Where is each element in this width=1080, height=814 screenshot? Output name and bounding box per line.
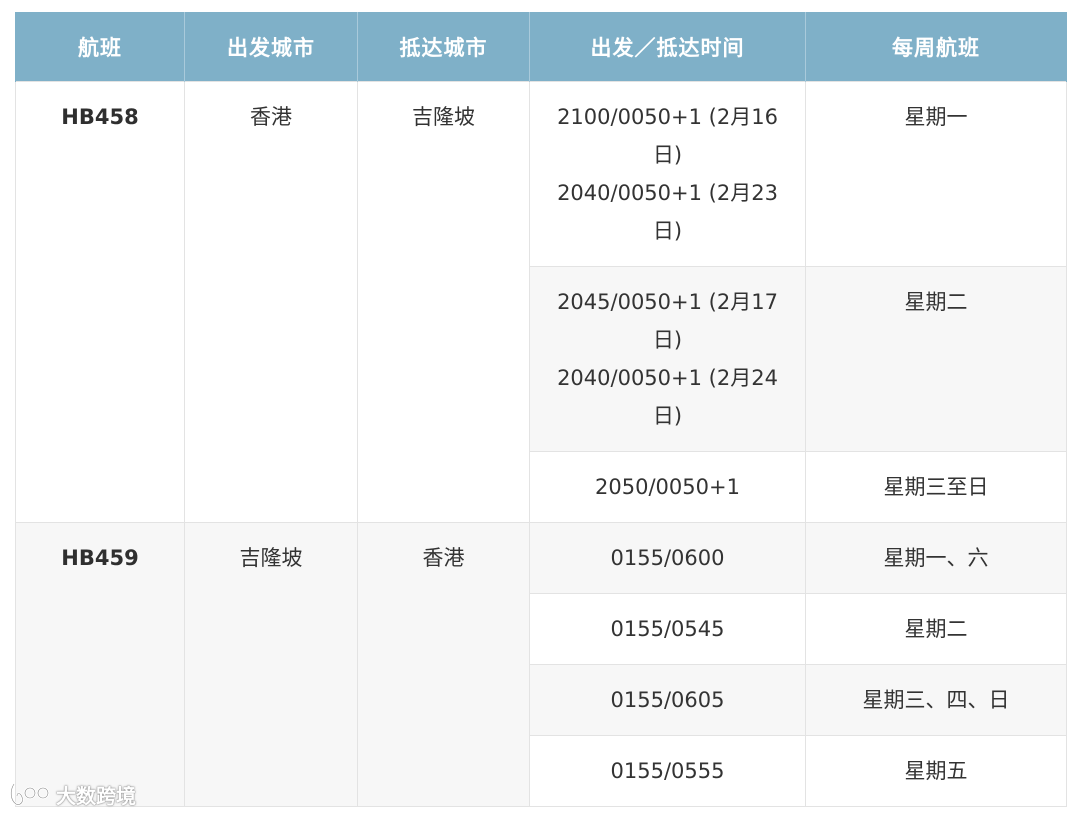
time-cell: 0155/0600 <box>529 522 806 594</box>
weekday-cell: 星期五 <box>805 735 1067 807</box>
departure-city-cell: 香港 <box>184 81 358 523</box>
weekday-cell: 星期三、四、日 <box>805 664 1067 736</box>
weekday-cell: 星期三至日 <box>805 451 1067 523</box>
table-body: HB458 香港 吉隆坡 2100/0050+1 (2月16日) 2040/00… <box>15 81 1067 807</box>
weekday-cell: 星期一 <box>805 81 1067 267</box>
time-cell: 2100/0050+1 (2月16日) 2040/0050+1 (2月23日) <box>529 81 806 267</box>
watermark-text: 大数跨境 <box>56 783 136 808</box>
watermark: 大数跨境 <box>8 778 136 810</box>
time-text: 2050/0050+1 <box>595 475 740 499</box>
time-text: 2040/0050+1 (2月24日) <box>557 366 778 428</box>
flight-number-cell: HB459 <box>15 522 185 807</box>
time-cell: 0155/0545 <box>529 593 806 665</box>
time-cell: 0155/0605 <box>529 664 806 736</box>
header-departure-city: 出发城市 <box>184 12 358 82</box>
header-times: 出发／抵达时间 <box>529 12 806 82</box>
arrival-city-cell: 吉隆坡 <box>357 81 530 523</box>
table-header: 航班 出发城市 抵达城市 出发／抵达时间 每周航班 <box>15 12 1067 82</box>
header-row: 航班 出发城市 抵达城市 出发／抵达时间 每周航班 <box>15 12 1067 82</box>
flight-schedule-table: 航班 出发城市 抵达城市 出发／抵达时间 每周航班 HB458 香港 吉隆坡 2… <box>15 12 1067 807</box>
time-text: 2040/0050+1 (2月23日) <box>557 181 778 243</box>
weekday-cell: 星期二 <box>805 266 1067 452</box>
weekday-cell: 星期一、六 <box>805 522 1067 594</box>
time-cell: 2045/0050+1 (2月17日) 2040/0050+1 (2月24日) <box>529 266 806 452</box>
table-row: HB459 吉隆坡 香港 0155/0600 星期一、六 <box>15 522 1067 807</box>
departure-city-cell: 吉隆坡 <box>184 522 358 807</box>
time-cell: 0155/0555 <box>529 735 806 807</box>
header-arrival-city: 抵达城市 <box>357 12 530 82</box>
table-row: HB458 香港 吉隆坡 2100/0050+1 (2月16日) 2040/00… <box>15 81 1067 523</box>
arrival-city-cell: 香港 <box>357 522 530 807</box>
logo-icon <box>10 783 50 806</box>
header-flight: 航班 <box>15 12 185 82</box>
time-cell: 2050/0050+1 <box>529 451 806 523</box>
flight-number-cell: HB458 <box>15 81 185 523</box>
weekday-cell: 星期二 <box>805 593 1067 665</box>
time-text: 2100/0050+1 (2月16日) <box>557 105 778 167</box>
header-weekly-flights: 每周航班 <box>805 12 1067 82</box>
time-text: 2045/0050+1 (2月17日) <box>557 290 778 352</box>
